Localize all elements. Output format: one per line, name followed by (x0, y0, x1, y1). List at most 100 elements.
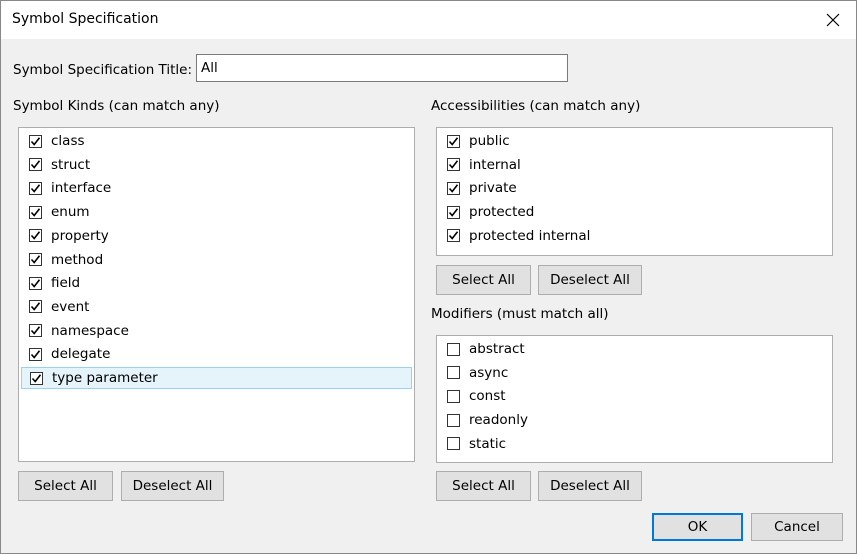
list-item[interactable]: namespace (21, 320, 412, 342)
list-item[interactable]: internal (439, 154, 830, 176)
checkmark-icon (448, 184, 459, 193)
list-item[interactable]: public (439, 130, 830, 152)
list-item-label: protected (469, 204, 535, 221)
spec-title-input[interactable] (196, 54, 568, 82)
checkmark-icon (31, 373, 42, 383)
list-item[interactable]: interface (21, 177, 412, 199)
checkmark-icon (30, 231, 41, 241)
list-item-label: internal (469, 156, 521, 173)
list-item[interactable]: class (21, 130, 412, 152)
checkbox-checked[interactable] (29, 229, 42, 243)
ok-button[interactable]: OK (652, 513, 743, 541)
checkmark-icon (30, 184, 41, 193)
checkbox-unchecked[interactable] (447, 342, 460, 356)
modifiers-select-all-button[interactable]: Select All (436, 471, 531, 501)
spec-title-label: Symbol Specification Title: (13, 62, 193, 78)
checkmark-icon (448, 160, 459, 169)
checkbox-checked[interactable] (29, 324, 42, 338)
checkbox-checked[interactable] (447, 158, 460, 172)
checkmark-icon (30, 326, 41, 335)
symbol-kinds-select-all-button[interactable]: Select All (18, 471, 113, 501)
list-item[interactable]: method (21, 249, 412, 271)
list-item-label: interface (51, 180, 112, 197)
list-item[interactable]: property (21, 225, 412, 247)
symbol-kinds-label: Symbol Kinds (can match any) (13, 98, 220, 114)
checkmark-icon (30, 350, 41, 359)
list-item[interactable]: field (21, 272, 412, 294)
checkmark-icon (30, 278, 41, 288)
checkbox-checked[interactable] (29, 300, 42, 314)
list-item-label: namespace (51, 322, 129, 339)
list-item-label: static (469, 435, 507, 452)
checkbox-unchecked[interactable] (447, 389, 460, 403)
checkbox-checked[interactable] (29, 134, 42, 148)
list-item[interactable]: enum (21, 201, 412, 223)
list-item[interactable]: const (439, 385, 830, 407)
checkbox-checked[interactable] (447, 134, 460, 148)
list-item-label: property (51, 227, 109, 244)
list-item[interactable]: async (439, 362, 830, 384)
list-item-label: abstract (469, 341, 525, 357)
list-item[interactable]: protected internal (439, 225, 830, 247)
list-item[interactable]: private (439, 177, 830, 199)
checkbox-checked[interactable] (30, 371, 43, 385)
list-item-label: readonly (469, 412, 528, 429)
list-item-label: method (51, 251, 104, 268)
accessibilities-select-all-button[interactable]: Select All (436, 265, 531, 295)
checkbox-checked[interactable] (29, 205, 42, 219)
list-item-label: type parameter (52, 370, 158, 386)
list-item-label: enum (51, 204, 90, 221)
list-item-label: async (469, 364, 509, 381)
list-item[interactable]: struct (21, 154, 412, 176)
list-item[interactable]: static (439, 433, 830, 455)
checkbox-checked[interactable] (29, 181, 42, 195)
list-item[interactable]: delegate (21, 343, 412, 365)
checkbox-unchecked[interactable] (447, 366, 460, 380)
checkmark-icon (448, 136, 459, 146)
accessibilities-label: Accessibilities (can match any) (431, 98, 641, 114)
window-title: Symbol Specification (12, 11, 159, 27)
symbol-kinds-deselect-all-button[interactable]: Deselect All (121, 471, 224, 501)
cancel-button[interactable]: Cancel (751, 513, 843, 541)
checkmark-icon (30, 255, 41, 264)
list-item-label: public (469, 133, 510, 149)
checkbox-unchecked[interactable] (447, 413, 460, 427)
close-button[interactable] (810, 1, 856, 39)
list-item-label: protected internal (469, 227, 591, 244)
modifiers-list[interactable]: abstract async const readonly static (436, 335, 833, 463)
accessibilities-deselect-all-button[interactable]: Deselect All (538, 265, 642, 295)
checkbox-checked[interactable] (447, 229, 460, 243)
checkbox-checked[interactable] (29, 158, 42, 172)
list-item-label: delegate (51, 346, 111, 363)
list-item-label: private (469, 180, 517, 197)
title-bar: Symbol Specification (1, 1, 856, 39)
close-icon (826, 13, 840, 27)
accessibilities-list[interactable]: public internal private protected protected … (436, 127, 833, 256)
list-item-label: event (51, 298, 90, 315)
symbol-kinds-list[interactable]: class struct interface enum property method fi… (18, 127, 415, 462)
modifiers-label: Modifiers (must match all) (431, 306, 609, 322)
checkmark-icon (30, 207, 41, 217)
list-item-label: field (51, 275, 81, 292)
list-item[interactable]: abstract (439, 338, 830, 360)
symbol-specification-dialog: Symbol Specification Symbol Specificatio… (0, 0, 857, 554)
checkmark-icon (448, 207, 459, 217)
list-item-label: const (469, 388, 506, 405)
list-item-label: struct (51, 156, 91, 173)
checkbox-checked[interactable] (29, 253, 42, 266)
list-item[interactable]: readonly (439, 409, 830, 431)
checkbox-unchecked[interactable] (447, 437, 460, 451)
modifiers-deselect-all-button[interactable]: Deselect All (538, 471, 642, 501)
checkbox-checked[interactable] (447, 205, 460, 219)
checkmark-icon (30, 302, 41, 312)
checkbox-checked[interactable] (29, 276, 42, 290)
checkmark-icon (448, 231, 459, 241)
list-item[interactable]: type parameter (21, 367, 412, 389)
list-item-label: class (51, 133, 85, 149)
checkmark-icon (30, 136, 41, 146)
list-item[interactable]: protected (439, 201, 830, 223)
list-item[interactable]: event (21, 296, 412, 318)
checkbox-checked[interactable] (447, 181, 460, 195)
checkbox-checked[interactable] (29, 347, 42, 361)
checkmark-icon (30, 160, 41, 169)
